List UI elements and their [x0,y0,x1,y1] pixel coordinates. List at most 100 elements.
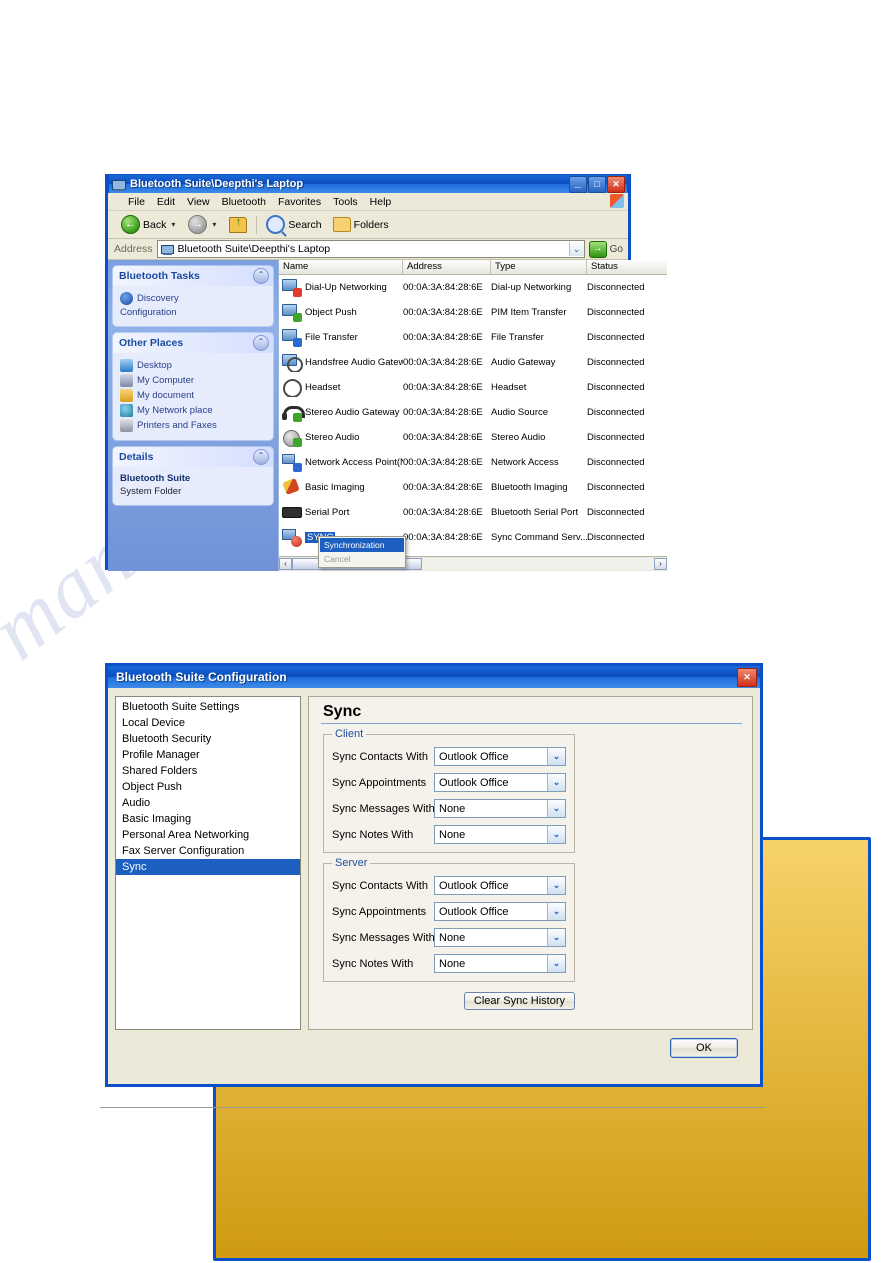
window-title: Bluetooth Suite\Deepthi's Laptop [130,178,304,190]
chevron-down-icon[interactable]: ⌄ [547,903,565,920]
context-menu-item-cancel[interactable]: Cancel [320,552,404,566]
nav-item-basic-imaging[interactable]: Basic Imaging [116,811,300,827]
group-server: Server Sync Contacts With Outlook Office… [323,857,575,982]
up-button[interactable] [225,216,251,234]
row-name: Handsfree Audio Gateway [305,357,403,368]
select-value: None [439,802,466,815]
column-header-type[interactable]: Type [491,260,587,274]
table-row[interactable]: Basic Imaging 00:0A:3A:84:28:6E Bluetoot… [279,475,667,500]
menu-item-file[interactable]: File [122,195,151,209]
scroll-left-button[interactable]: ‹ [279,558,292,570]
panel-body: Bluetooth Suite System Folder [113,467,273,505]
sidebar-item-printers-and-faxes[interactable]: Printers and Faxes [120,419,268,432]
maximize-button[interactable]: □ [588,175,606,193]
menu-item-tools[interactable]: Tools [327,195,364,209]
menu-item-edit[interactable]: Edit [151,195,181,209]
panel-body: Discovery Configuration [113,286,871,1261]
back-dropdown-icon[interactable]: ▾ [169,220,177,229]
field-label: Sync Appointments [332,905,427,918]
row-status: Disconnected [587,432,645,443]
server-sync-notes-select[interactable]: None ⌄ [434,954,566,973]
nav-item-personal-area-networking[interactable]: Personal Area Networking [116,827,300,843]
chevron-down-icon[interactable]: ⌄ [547,877,565,894]
chevron-down-icon[interactable]: ⌄ [547,748,565,765]
forward-button[interactable]: → ▾ [184,214,222,235]
sidebar-item-configuration[interactable]: Configuration [120,307,871,1261]
chevron-down-icon[interactable]: ⌄ [547,774,565,791]
nav-item-audio[interactable]: Audio [116,795,300,811]
address-input[interactable]: Bluetooth Suite\Deepthi's Laptop ⌄ [156,240,585,258]
client-sync-contacts-select[interactable]: Outlook Office ⌄ [434,747,566,766]
chevron-down-icon[interactable]: ⌄ [568,242,584,256]
context-menu-item-synchronization[interactable]: Synchronization [320,538,404,552]
folders-button[interactable]: Folders [329,216,393,233]
server-sync-messages-select[interactable]: None ⌄ [434,928,566,947]
chevron-down-icon[interactable]: ⌄ [547,929,565,946]
ok-button[interactable]: OK [670,1038,738,1058]
table-row[interactable]: Dial-Up Networking 00:0A:3A:84:28:6E Dia… [279,275,667,300]
go-button[interactable]: → Go [588,240,628,258]
table-row[interactable]: Network Access Point(N... 00:0A:3A:84:28… [279,450,667,475]
chevron-up-icon[interactable]: ⌃ [253,268,269,284]
chevron-down-icon[interactable]: ⌄ [547,800,565,817]
search-button[interactable]: Search [262,214,325,235]
server-sync-contacts-select[interactable]: Outlook Office ⌄ [434,876,566,895]
chevron-up-icon[interactable]: ⌃ [253,449,269,465]
headset-icon [282,378,302,397]
server-sync-appointments-select[interactable]: Outlook Office ⌄ [434,902,566,921]
forward-dropdown-icon[interactable]: ▾ [210,220,218,229]
menu-item-help[interactable]: Help [364,195,398,209]
chevron-down-icon[interactable]: ⌄ [547,826,565,843]
address-label: Address [114,243,153,255]
table-row[interactable]: Object Push 00:0A:3A:84:28:6E PIM Item T… [279,300,667,325]
minimize-button[interactable]: _ [569,175,587,193]
client-sync-appointments-select[interactable]: Outlook Office ⌄ [434,773,566,792]
nav-item-profile-manager[interactable]: Profile Manager [116,747,300,763]
field-label: Sync Notes With [332,828,414,841]
table-row[interactable]: Stereo Audio 00:0A:3A:84:28:6E Stereo Au… [279,425,667,450]
table-row[interactable]: Stereo Audio Gateway 00:0A:3A:84:28:6E A… [279,400,667,425]
sidebar-item-my-document[interactable]: My document [120,389,268,402]
nav-item-sync[interactable]: Sync [116,859,300,875]
table-row[interactable]: Headset 00:0A:3A:84:28:6E Headset Discon… [279,375,667,400]
table-row[interactable]: File Transfer 00:0A:3A:84:28:6E File Tra… [279,325,667,350]
row-name: File Transfer [305,332,358,343]
column-header-address[interactable]: Address [403,260,491,274]
sidebar-item-my-network-place[interactable]: My Network place [120,404,268,417]
nav-item-fax-server-configuration[interactable]: Fax Server Configuration [116,843,300,859]
sidebar-item-my-computer[interactable]: My Computer [120,374,268,387]
nav-item-bluetooth-suite-settings[interactable]: Bluetooth Suite Settings [116,699,300,715]
dialog-close-button[interactable]: ✕ [737,667,757,687]
nav-item-shared-folders[interactable]: Shared Folders [116,763,300,779]
close-button[interactable]: ✕ [607,175,625,193]
scroll-right-button[interactable]: › [654,558,667,570]
client-sync-notes-select[interactable]: None ⌄ [434,825,566,844]
nav-item-object-push[interactable]: Object Push [116,779,300,795]
address-bar: Address Bluetooth Suite\Deepthi's Laptop… [108,239,628,260]
panel-header[interactable]: Details ⌃ [113,447,273,467]
client-sync-messages-select[interactable]: None ⌄ [434,799,566,818]
back-button[interactable]: ← Back ▾ [117,214,181,235]
table-row[interactable]: Handsfree Audio Gateway 00:0A:3A:84:28:6… [279,350,667,375]
sidebar-item-desktop[interactable]: Desktop [120,359,268,372]
menu-item-view[interactable]: View [181,195,216,209]
chevron-down-icon[interactable]: ⌄ [547,955,565,972]
sidebar-item-discovery[interactable]: Discovery [120,292,268,305]
chevron-up-icon[interactable]: ⌃ [253,335,269,351]
nav-item-bluetooth-security[interactable]: Bluetooth Security [116,731,300,747]
nav-item-local-device[interactable]: Local Device [116,715,300,731]
column-header-name[interactable]: Name [279,260,403,274]
menu-item-favorites[interactable]: Favorites [272,195,327,209]
menu-item-bluetooth[interactable]: Bluetooth [216,195,272,209]
group-client: Client Sync Contacts With Outlook Office… [323,728,575,853]
title-divider [321,723,742,724]
column-header-status[interactable]: Status [587,260,667,274]
panel-header[interactable]: Other Places ⌃ [113,333,273,353]
sidebar-item-label: Desktop [137,360,172,371]
panel-header[interactable]: Bluetooth Tasks ⌃ [113,266,273,286]
row-address: 00:0A:3A:84:28:6E [403,282,483,293]
clear-sync-history-button[interactable]: Clear Sync History [463,992,575,1010]
network-icon [120,404,133,417]
sidebar-item-label: My Computer [137,375,195,386]
table-row[interactable]: Serial Port 00:0A:3A:84:28:6E Bluetooth … [279,500,667,525]
